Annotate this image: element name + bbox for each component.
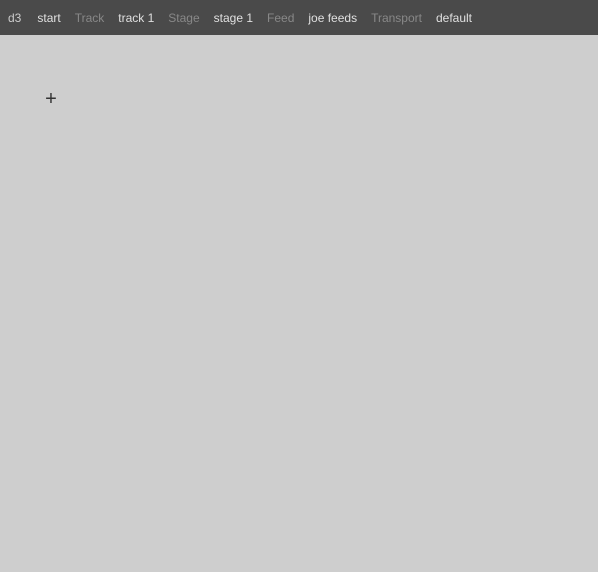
canvas-area[interactable]: [0, 35, 598, 572]
stage-label: Stage: [162, 0, 205, 35]
transport-value[interactable]: default: [430, 0, 478, 35]
feed-label: Feed: [261, 0, 300, 35]
track-label: Track: [69, 0, 111, 35]
start-value[interactable]: start: [31, 0, 66, 35]
feed-value[interactable]: joe feeds: [302, 0, 363, 35]
track-value[interactable]: track 1: [112, 0, 160, 35]
transport-label: Transport: [365, 0, 428, 35]
toolbar: d3 start Track track 1 Stage stage 1 Fee…: [0, 0, 598, 35]
crosshair-icon: [42, 90, 60, 108]
stage-value[interactable]: stage 1: [208, 0, 259, 35]
app-id: d3: [4, 0, 29, 35]
